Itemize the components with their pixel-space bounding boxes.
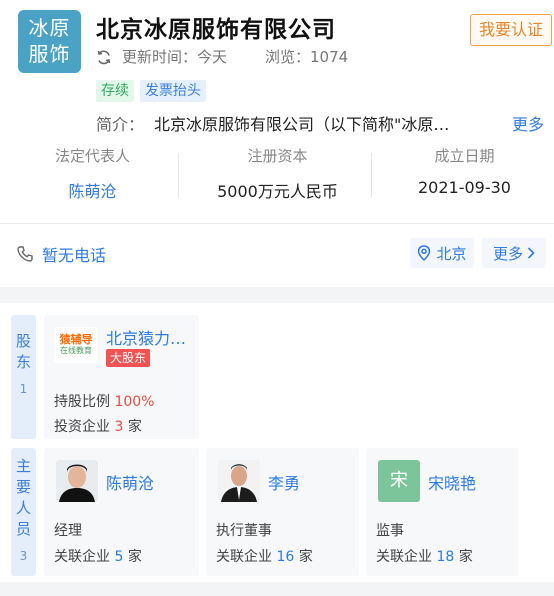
shareholder-logo: 猿辅导 在线教育 xyxy=(54,327,98,363)
refresh-icon[interactable] xyxy=(96,49,112,65)
company-logo: 冰原 服饰 xyxy=(18,10,81,73)
avatar xyxy=(218,460,260,502)
related-label: 关联企业 xyxy=(376,549,432,565)
phone-button[interactable]: 暂无电话 xyxy=(16,242,106,266)
person-card[interactable]: 陈萌沧 经理 关联企业 5 家 xyxy=(44,448,199,576)
related-companies: 关联企业 5 家 xyxy=(54,546,142,566)
stat-label: 注册资本 xyxy=(247,147,308,165)
stat-value: 2021-09-30 xyxy=(418,178,511,197)
view-count: 浏览：1074 xyxy=(265,48,349,66)
more-text: 更多 xyxy=(492,244,523,263)
person-name[interactable]: 李勇 xyxy=(268,470,300,494)
shareholder-logo-text: 猿辅导 xyxy=(59,333,93,346)
contact-row: 暂无电话 北京 更多 xyxy=(0,236,554,272)
shareholder-card[interactable]: 猿辅导 在线教育 北京猿力… 大股东 持股比例 100% 投资企业 3 家 xyxy=(44,315,199,439)
related-count[interactable]: 5 xyxy=(114,549,123,565)
person-photo xyxy=(218,460,260,502)
invested-companies: 投资企业 3 家 xyxy=(54,416,142,436)
shareholder-name[interactable]: 北京猿力… xyxy=(106,325,186,349)
divider xyxy=(0,223,554,224)
person-role: 监事 xyxy=(376,523,404,539)
company-header-card: 冰原 服饰 北京冰原服饰有限公司 我要认证 更新时间：今天 浏览：1074 存续… xyxy=(0,0,554,287)
stat-legal-rep: 法定代表人 陈萌沧 xyxy=(0,145,185,202)
location-text: 北京 xyxy=(436,244,467,263)
major-shareholder-badge: 大股东 xyxy=(106,349,151,367)
related-count[interactable]: 16 xyxy=(276,549,294,565)
intro-text: 北京冰原服饰有限公司（以下简称"冰原… xyxy=(154,115,450,134)
company-name: 北京冰原服饰有限公司 xyxy=(96,17,336,43)
ratio-value: 100% xyxy=(114,394,155,410)
bottom-spacer xyxy=(0,582,554,596)
person-photo xyxy=(56,460,98,502)
tab-shareholders[interactable]: 股东 1 xyxy=(11,315,36,439)
tab-count: 1 xyxy=(19,382,28,396)
company-intro: 简介： 北京冰原服饰有限公司（以下简称"冰原… 更多 xyxy=(96,111,544,135)
related-companies: 关联企业 18 家 xyxy=(376,546,473,566)
key-stats: 法定代表人 陈萌沧 注册资本 5000万元人民币 成立日期 2021-09-30 xyxy=(0,145,554,205)
related-unit: 家 xyxy=(127,549,142,565)
holding-ratio: 持股比例 100% xyxy=(54,391,154,411)
phone-icon xyxy=(17,246,33,262)
person-card[interactable]: 李勇 执行董事 关联企业 16 家 xyxy=(206,448,359,576)
tab-label-text: 股东 xyxy=(15,332,31,371)
ratio-label: 持股比例 xyxy=(54,394,110,410)
stat-founded: 成立日期 2021-09-30 xyxy=(372,145,554,197)
tab-label-text: 主要人员 xyxy=(15,457,31,538)
certify-button[interactable]: 我要认证 xyxy=(470,14,552,46)
more-button[interactable]: 更多 xyxy=(482,238,546,268)
related-label: 关联企业 xyxy=(54,549,110,565)
legal-rep-link[interactable]: 陈萌沧 xyxy=(0,178,185,202)
intro-label: 简介： xyxy=(96,115,145,134)
related-unit: 家 xyxy=(298,549,313,565)
shareholder-logo-subtext: 在线教育 xyxy=(60,346,92,355)
person-role: 经理 xyxy=(54,523,82,539)
tab-label: 股东 xyxy=(11,323,36,373)
related-unit: 家 xyxy=(458,549,473,565)
avatar xyxy=(56,460,98,502)
tab-count: 3 xyxy=(19,549,28,563)
stat-label: 法定代表人 xyxy=(54,147,130,165)
location-button[interactable]: 北京 xyxy=(410,238,474,268)
tab-key-people[interactable]: 主要人员 3 xyxy=(11,448,36,576)
stat-label: 成立日期 xyxy=(434,147,495,165)
related-companies: 关联企业 16 家 xyxy=(216,546,313,566)
divider xyxy=(178,153,179,198)
related-count[interactable]: 18 xyxy=(436,549,454,565)
related-label: 关联企业 xyxy=(216,549,272,565)
person-name[interactable]: 宋晓艳 xyxy=(428,470,476,494)
stat-value: 5000万元人民币 xyxy=(217,182,338,201)
logo-text-line1: 冰原 xyxy=(28,16,71,40)
location-pin-icon xyxy=(418,245,431,261)
logo-text-line2: 服饰 xyxy=(28,42,71,66)
chevron-right-icon xyxy=(527,247,535,259)
relations-section: 股东 1 猿辅导 在线教育 北京猿力… 大股东 持股比例 100% 投资企业 3… xyxy=(0,303,554,596)
avatar: 宋 xyxy=(378,460,420,502)
status-tags: 存续 发票抬头 xyxy=(96,80,206,102)
invoice-title-tag[interactable]: 发票抬头 xyxy=(140,80,206,102)
update-time: 更新时间：今天 xyxy=(122,48,228,66)
meta-row: 更新时间：今天 浏览：1074 xyxy=(96,46,348,67)
phone-text: 暂无电话 xyxy=(42,246,107,265)
person-role: 执行董事 xyxy=(216,523,272,539)
status-badge: 存续 xyxy=(96,80,134,102)
invest-label: 投资企业 xyxy=(54,419,110,435)
invest-count: 3 xyxy=(114,419,124,435)
intro-more-link[interactable]: 更多 xyxy=(512,111,544,135)
stat-capital: 注册资本 5000万元人民币 xyxy=(185,145,370,202)
person-card[interactable]: 宋 宋晓艳 监事 关联企业 18 家 xyxy=(366,448,518,576)
invest-unit: 家 xyxy=(127,419,142,435)
person-name[interactable]: 陈萌沧 xyxy=(106,470,154,494)
